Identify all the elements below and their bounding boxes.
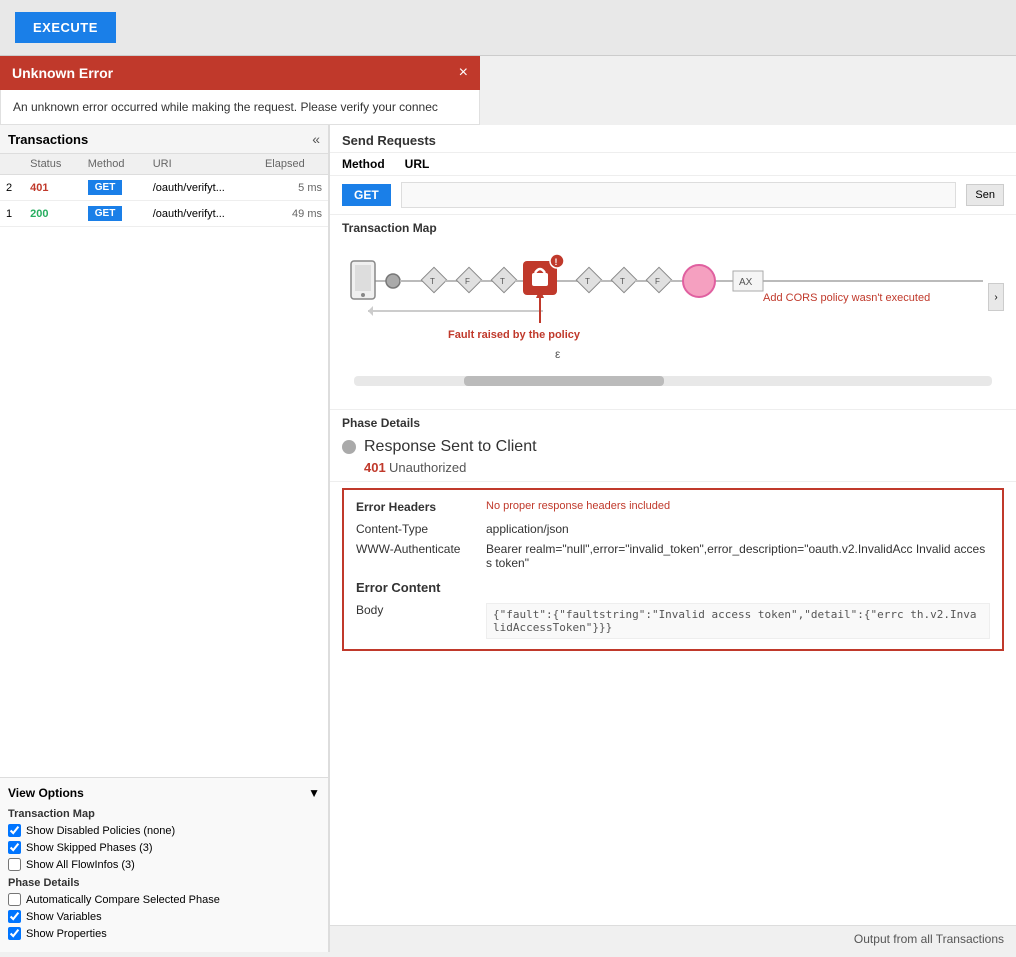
col-uri: URI (147, 154, 259, 175)
phase-indicator (342, 440, 356, 454)
svg-text:ε: ε (555, 347, 561, 361)
tx-map-section-label: Transaction Map (8, 808, 320, 820)
svg-text:Add CORS policy wasn't execute: Add CORS policy wasn't executed (763, 292, 930, 304)
row-status: 200 (24, 201, 82, 227)
auto-compare-checkbox[interactable] (8, 893, 21, 906)
collapse-right-button[interactable]: › (988, 283, 1004, 311)
svg-text:T: T (585, 277, 590, 286)
show-properties-label: Show Properties (26, 928, 107, 940)
send-button[interactable]: Sen (966, 184, 1004, 206)
show-variables-checkbox[interactable] (8, 910, 21, 923)
phase-details-section-label: Phase Details (8, 877, 320, 889)
content-type-value: application/json (486, 522, 990, 536)
show-flowinfos-checkbox[interactable] (8, 858, 21, 871)
col-elapsed: Elapsed (259, 154, 328, 175)
error-headers-label: Error Headers (356, 500, 486, 514)
show-skipped-checkbox[interactable] (8, 841, 21, 854)
svg-text:Fault raised by the policy: Fault raised by the policy (448, 329, 581, 341)
col-method: Method (82, 154, 147, 175)
row-elapsed: 5 ms (259, 175, 328, 201)
row-num: 2 (0, 175, 24, 201)
svg-text:F: F (465, 277, 470, 286)
transaction-map-svg: T F T (342, 243, 1004, 373)
phase-title: Response Sent to Client (364, 438, 537, 456)
show-disabled-checkbox[interactable] (8, 824, 21, 837)
row-method: GET (82, 201, 147, 227)
error-content-label: Error Content (356, 580, 990, 595)
www-auth-value: Bearer realm="null",error="invalid_token… (486, 542, 990, 570)
table-row[interactable]: 2 401 GET /oauth/verifyt... 5 ms (0, 175, 328, 201)
show-flowinfos-label: Show All FlowInfos (3) (26, 859, 135, 871)
method-label: Method (342, 157, 385, 171)
svg-text:F: F (655, 277, 660, 286)
close-icon[interactable]: × (459, 64, 468, 82)
svg-text:AX: AX (739, 277, 753, 288)
svg-text:T: T (500, 277, 505, 286)
transaction-map-title: Transaction Map (342, 221, 1004, 235)
get-method-button[interactable]: GET (342, 184, 391, 206)
error-headers-warning: No proper response headers included (486, 500, 670, 512)
content-type-label: Content-Type (356, 522, 486, 536)
error-title: Unknown Error (12, 65, 113, 81)
error-details-box: Error Headers No proper response headers… (342, 488, 1004, 651)
row-uri: /oauth/verifyt... (147, 201, 259, 227)
col-status: Status (24, 154, 82, 175)
status-text: Unauthorized (389, 460, 466, 475)
row-uri: /oauth/verifyt... (147, 175, 259, 201)
status-code: 401 (364, 460, 386, 475)
row-method: GET (82, 175, 147, 201)
www-auth-label: WWW-Authenticate (356, 542, 486, 556)
col-num (0, 154, 24, 175)
view-options-label: View Options (8, 786, 84, 800)
collapse-panel-button[interactable]: « (312, 131, 320, 147)
url-input[interactable] (401, 182, 957, 208)
show-properties-checkbox[interactable] (8, 927, 21, 940)
row-status: 401 (24, 175, 82, 201)
row-elapsed: 49 ms (259, 201, 328, 227)
row-num: 1 (0, 201, 24, 227)
svg-text:T: T (620, 277, 625, 286)
show-skipped-label: Show Skipped Phases (3) (26, 842, 153, 854)
show-disabled-label: Show Disabled Policies (none) (26, 825, 175, 837)
output-label: Output from all Transactions (854, 932, 1004, 946)
show-variables-label: Show Variables (26, 911, 102, 923)
error-message: An unknown error occurred while making t… (13, 100, 438, 114)
url-label: URL (405, 157, 430, 171)
transactions-header-label: Transactions (8, 132, 88, 147)
phase-details-title: Phase Details (342, 416, 1004, 430)
body-value: {"fault":{"faultstring":"Invalid access … (486, 603, 990, 639)
table-row[interactable]: 1 200 GET /oauth/verifyt... 49 ms (0, 201, 328, 227)
view-options-collapse-icon[interactable]: ▼ (308, 786, 320, 800)
svg-text:!: ! (555, 257, 558, 267)
body-label: Body (356, 603, 486, 617)
send-requests-header: Send Requests (330, 125, 1016, 153)
execute-button[interactable]: EXECUTE (15, 12, 116, 43)
svg-text:T: T (430, 277, 435, 286)
auto-compare-label: Automatically Compare Selected Phase (26, 894, 220, 906)
